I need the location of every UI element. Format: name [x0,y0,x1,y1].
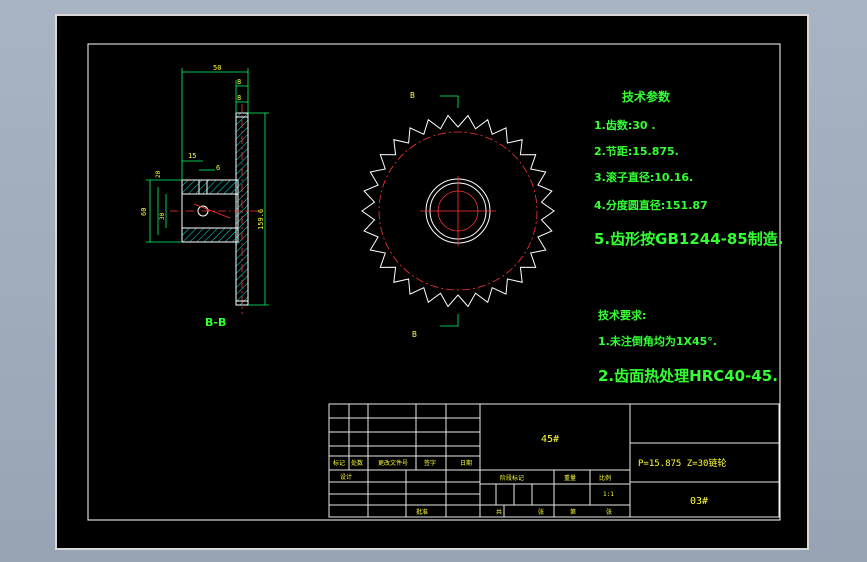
dim-8a: 8 [237,78,241,86]
tb-sheet-no: 第 [570,508,576,516]
dim-6: 6 [216,164,220,172]
param-line-3: 3.滚子直径:10.16. [594,170,693,184]
drawing-number: 03# [690,496,708,507]
tb-stage-label: 阶段标记 [500,474,524,482]
cut-label-bottom: B [412,330,417,339]
dim-20: 20 [155,170,162,178]
cut-mark-top [440,95,459,108]
param-line-1: 1.齿数:30 . [594,118,656,132]
cut-label-top: B [410,91,415,100]
dim-30: 30 [159,212,166,220]
sprocket-front-view: B B [361,91,555,339]
tech-req-title: 技术要求: [598,308,646,322]
param-line-4: 4.分度圆直径:151.87 [594,198,708,212]
tb-designer: 设计 [340,473,352,481]
part-name: P=15.875 Z=30链轮 [638,457,726,469]
dim-50: 50 [213,64,221,72]
dim-8b: 8 [237,94,241,102]
section-view: 50 8 8 15 6 60 30 20 159.6 B-B [140,64,269,329]
tb-scale-label: 比例 [599,474,611,482]
tech-params: 技术参数 1.齿数:30 . 2.节距:15.875. 3.滚子直径:10.16… [594,89,783,248]
tb-label-changeno: 更改文件号 [378,459,408,467]
tech-req-line-2: 2.齿面热处理HRC40-45. [598,367,778,385]
dim-15: 15 [188,152,196,160]
tech-params-title: 技术参数 [622,89,671,104]
tb-label-date: 日期 [460,459,472,467]
param-line-2: 2.节距:15.875. [594,144,679,158]
tb-label-sign: 签字 [424,459,436,467]
cad-drawing: 50 8 8 15 6 60 30 20 159.6 B-B B B 技术参数 … [87,43,783,521]
dim-60: 60 [140,208,148,216]
tb-label-mark: 标记 [333,459,345,467]
tb-sheet-total: 共 [496,508,502,516]
hub-upper [181,179,239,195]
tb-scale-value: 1:1 [603,491,614,498]
param-line-5: 5.齿形按GB1244-85制造. [594,230,783,248]
tech-req-line-1: 1.未注倒角均为1X45°. [598,334,717,348]
tb-label-count: 处数 [351,459,363,467]
inner-frame [87,43,781,521]
tb-approve: 批准 [416,508,428,516]
material: 45# [541,434,559,445]
cut-mark-bottom [440,314,459,327]
dim-159: 159.6 [257,209,265,230]
tb-weight-label: 重量 [564,474,576,482]
tech-requirements: 技术要求: 1.未注倒角均为1X45°. 2.齿面热处理HRC40-45. [598,308,778,385]
title-block: 标记 处数 更改文件号 签字 日期 设计 批准 45# 阶段标记 重量 比例 1… [328,403,780,518]
tb-sheet-page-a: 张 [538,508,544,516]
section-label: B-B [205,316,226,329]
hub-lower [181,227,239,243]
tb-sheet-page-b: 张 [606,508,612,516]
